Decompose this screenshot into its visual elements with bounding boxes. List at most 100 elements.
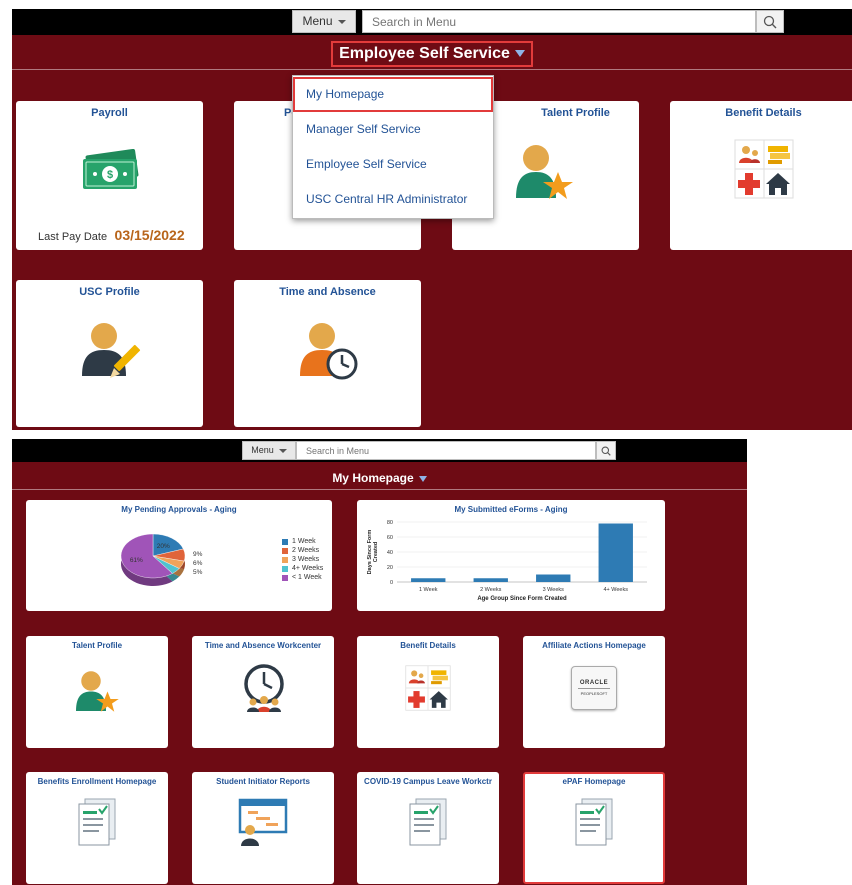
y-tick-label: 80 xyxy=(387,520,393,526)
tile-title: Benefit Details xyxy=(725,107,802,119)
search-input[interactable] xyxy=(362,10,756,33)
logo-line-peoplesoft: PEOPLESOFT xyxy=(580,691,608,696)
tile-title: USC Profile xyxy=(79,286,140,298)
bar[interactable] xyxy=(473,578,508,582)
pie-value-label: 6% xyxy=(193,560,203,567)
tile-student-initiator-reports[interactable]: Student Initiator Reports xyxy=(192,772,334,884)
time-absence-icon xyxy=(300,323,358,380)
tile-payroll[interactable]: Payroll $ Last Pay Date 03/15/2022 xyxy=(16,101,203,250)
search-button[interactable] xyxy=(756,10,784,33)
legend-label: 2 Weeks xyxy=(292,547,320,554)
logo-line-oracle: ORACLE xyxy=(579,680,609,686)
pie-value-label: 5% xyxy=(193,569,203,576)
legend-swatch xyxy=(282,547,288,554)
search-input[interactable] xyxy=(296,441,596,460)
dropdown-item-my-homepage[interactable]: My Homepage xyxy=(293,77,493,112)
triangle-down-icon xyxy=(418,475,427,482)
page-title-dropdown[interactable]: Employee Self Service xyxy=(331,41,533,67)
tile-title: Talent Profile xyxy=(71,641,123,650)
menu-button[interactable]: Menu xyxy=(242,441,296,460)
legend-item: < 1 Week xyxy=(282,573,323,582)
search-button[interactable] xyxy=(596,441,616,460)
legend-item: 4+ Weeks xyxy=(282,564,323,573)
page-title: Employee Self Service xyxy=(339,45,510,62)
benefits-icon xyxy=(734,139,794,199)
menu-button[interactable]: Menu xyxy=(292,10,356,33)
page-title-bar: Employee Self Service xyxy=(12,41,852,67)
tile-time-absence-workcenter[interactable]: Time and Absence Workcenter xyxy=(192,636,334,748)
oracle-peoplesoft-logo: ORACLE PEOPLESOFT xyxy=(571,666,617,710)
tile-title: Time and Absence Workcenter xyxy=(204,641,322,650)
last-pay-date: Last Pay Date 03/15/2022 xyxy=(38,227,185,245)
search-icon xyxy=(601,446,611,456)
x-tick-label: 2 Weeks xyxy=(480,587,502,593)
x-axis-label: Age Group Since Form Created xyxy=(477,596,567,602)
y-axis-label: Days Since FormCreated xyxy=(367,530,379,575)
chart-title: My Pending Approvals - Aging xyxy=(121,505,237,514)
form-document-icon xyxy=(78,798,116,846)
menu-label: Menu xyxy=(302,14,333,28)
legend-item: 3 Weeks xyxy=(282,555,323,564)
pie-value-label: 9% xyxy=(193,551,203,558)
tile-title: Benefit Details xyxy=(400,641,456,650)
bar[interactable] xyxy=(598,523,633,583)
svg-text:$: $ xyxy=(107,169,113,181)
tile-talent-profile[interactable]: Talent Profile xyxy=(26,636,168,748)
tile-epaf-homepage[interactable]: ePAF Homepage xyxy=(523,772,665,884)
money-icon: $ xyxy=(83,149,139,189)
legend-item: 1 Week xyxy=(282,537,323,546)
y-tick-label: 20 xyxy=(387,565,393,571)
clock-team-icon xyxy=(244,664,284,712)
legend-swatch xyxy=(282,565,288,572)
y-tick-label: 40 xyxy=(387,550,393,556)
homepage-dropdown-menu: My Homepage Manager Self Service Employe… xyxy=(292,75,494,219)
y-tick-label: 0 xyxy=(390,580,393,586)
pie-legend: 1 Week 2 Weeks 3 Weeks 4+ Weeks < 1 Week xyxy=(282,537,323,582)
tile-benefits-enrollment[interactable]: Benefits Enrollment Homepage xyxy=(26,772,168,884)
bottom-screenshot: Menu My Homepage My Pending Approvals - … xyxy=(12,439,747,885)
tile-benefit-details[interactable]: Benefit Details xyxy=(670,101,852,250)
form-document-icon xyxy=(575,798,613,846)
x-tick-label: 3 Weeks xyxy=(543,587,565,593)
y-tick-label: 60 xyxy=(387,535,393,541)
menu-label: Menu xyxy=(251,445,274,455)
tile-title: ePAF Homepage xyxy=(562,777,626,786)
divider xyxy=(12,489,747,490)
tile-usc-profile[interactable]: USC Profile xyxy=(16,280,203,427)
legend-swatch xyxy=(282,574,288,581)
tile-covid-campus-leave[interactable]: COVID-19 Campus Leave Workctr xyxy=(357,772,499,884)
legend-label: 3 Weeks xyxy=(292,556,320,563)
x-tick-label: 1 Week xyxy=(419,587,438,593)
top-header-bar: Menu xyxy=(12,9,852,35)
tile-title: Benefits Enrollment Homepage xyxy=(37,777,157,786)
pie-chart: 20% 9% 6% 5% 61% xyxy=(120,533,203,586)
page-title: My Homepage xyxy=(332,471,414,485)
dropdown-item-manager-self-service[interactable]: Manager Self Service xyxy=(293,112,493,147)
page-title-bar[interactable]: My Homepage xyxy=(12,469,747,487)
tile-title: Payroll xyxy=(91,107,128,119)
tile-affiliate-actions[interactable]: Affiliate Actions Homepage ORACLE PEOPLE… xyxy=(523,636,665,748)
search-icon xyxy=(763,15,777,28)
tile-time-and-absence[interactable]: Time and Absence xyxy=(234,280,421,427)
tile-submitted-eforms[interactable]: My Submitted eForms - Aging 0 20 40 60 80 1 W… xyxy=(357,500,665,611)
bar[interactable] xyxy=(536,574,571,583)
tile-benefit-details[interactable]: Benefit Details xyxy=(357,636,499,748)
legend-label: 4+ Weeks xyxy=(292,565,324,572)
legend-swatch xyxy=(282,538,288,545)
top-header-bar: Menu xyxy=(12,439,747,462)
dropdown-item-usc-central-hr-admin[interactable]: USC Central HR Administrator xyxy=(293,182,493,217)
tile-title: Student Initiator Reports xyxy=(216,777,310,786)
legend-item: 2 Weeks xyxy=(282,546,323,555)
form-document-icon xyxy=(409,798,447,846)
tile-title: Time and Absence xyxy=(279,286,376,298)
pie-value-label: 61% xyxy=(130,557,143,564)
bar[interactable] xyxy=(411,578,446,582)
last-pay-label: Last Pay Date xyxy=(38,231,108,243)
pie-value-label: 20% xyxy=(157,543,170,550)
logo-divider xyxy=(578,688,610,689)
chevron-down-icon xyxy=(278,448,287,453)
tile-pending-approvals[interactable]: My Pending Approvals - Aging 20% 9% 6% 5% 61… xyxy=(26,500,332,611)
legend-swatch xyxy=(282,556,288,563)
legend-label: < 1 Week xyxy=(292,574,322,581)
dropdown-item-employee-self-service[interactable]: Employee Self Service xyxy=(293,147,493,182)
